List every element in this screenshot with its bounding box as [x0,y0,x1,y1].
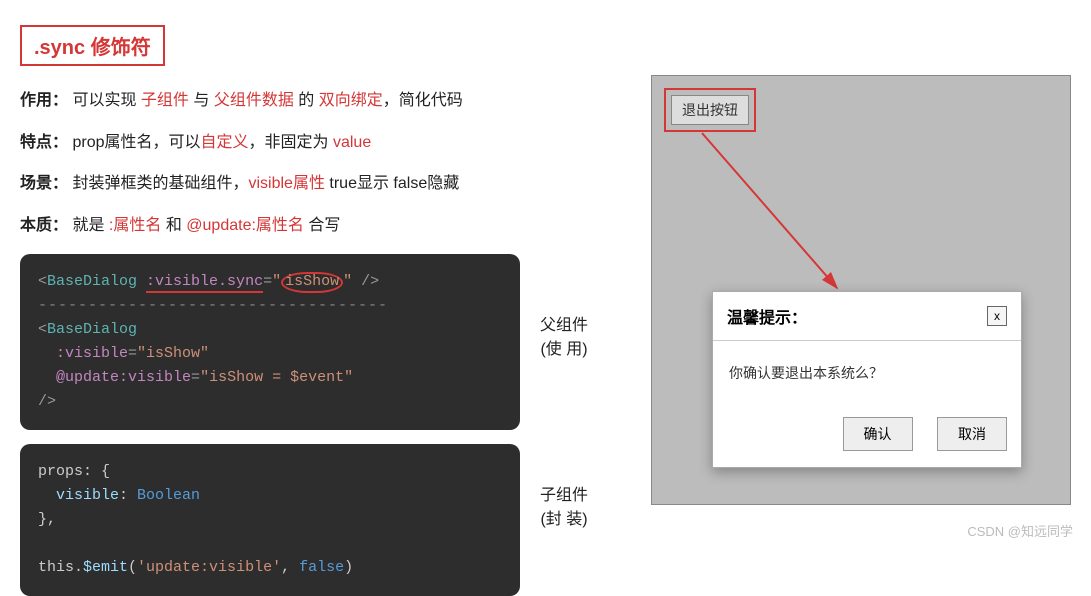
title-text: .sync 修饰符 [34,37,151,59]
confirm-dialog: 温馨提示： x 你确认要退出本系统么？ 确认 取消 [712,291,1022,468]
code-parent-usage: <BaseDialog :visible.sync="isShow" /> --… [20,254,520,430]
line-purpose: 作用： 可以实现 子组件 与 父组件数据 的 双向绑定，简化代码 [20,88,620,114]
cancel-button[interactable]: 取消 [937,417,1007,451]
line-essence: 本质： 就是 :属性名 和 @update:属性名 合写 [20,213,620,239]
confirm-button[interactable]: 确认 [843,417,913,451]
annotation-parent: 父组件 (使 用) [540,314,588,362]
label-purpose: 作用： [20,92,68,109]
page-title: .sync 修饰符 [20,25,165,66]
dialog-header: 温馨提示： x [713,292,1021,341]
demo-panel: 退出按钮 温馨提示： x 你确认要退出本系统么？ 确认 取消 [651,75,1071,505]
line-scene: 场景： 封装弹框类的基础组件，visible属性 true显示 false隐藏 [20,171,620,197]
dialog-footer: 确认 取消 [713,405,1021,467]
exit-button-highlight: 退出按钮 [664,88,756,132]
close-icon[interactable]: x [987,306,1007,326]
code-child-wrap: props: { visible: Boolean }, this.$emit(… [20,444,520,596]
label-essence: 本质： [20,217,68,234]
watermark: CSDN @知远同学 [967,521,1073,540]
label-scene: 场景： [20,175,68,192]
dialog-title: 温馨提示： [727,304,807,328]
exit-button[interactable]: 退出按钮 [671,95,749,125]
label-trait: 特点： [20,134,68,151]
annotation-child: 子组件 (封 装) [540,484,588,532]
line-trait: 特点： prop属性名，可以自定义，非固定为 value [20,130,620,156]
arrow-icon [697,128,897,308]
dialog-body: 你确认要退出本系统么？ [713,341,1021,405]
